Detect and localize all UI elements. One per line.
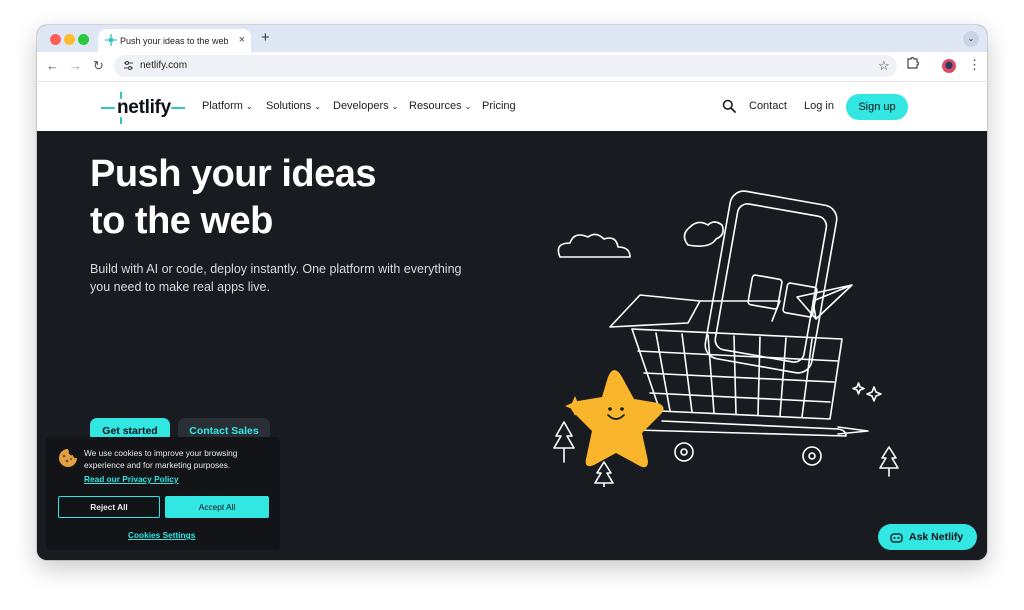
nav-resources-label: Resources — [409, 100, 462, 112]
nav-solutions-label: Solutions — [266, 100, 312, 112]
cookie-icon — [59, 449, 77, 467]
cookie-settings-link[interactable]: Cookies Settings — [128, 529, 195, 541]
nav-platform-label: Platform — [202, 100, 243, 112]
nav-solutions[interactable]: Solutions ⌄ — [266, 99, 321, 114]
tree-icon — [594, 461, 614, 487]
ask-netlify-label: Ask Netlify — [909, 531, 964, 543]
chevron-down-icon: ⌄ — [464, 102, 472, 111]
cookie-message: We use cookies to improve your browsing … — [84, 448, 238, 470]
tree-icon — [879, 446, 899, 477]
netlify-favicon-icon — [105, 34, 117, 46]
ask-netlify-button[interactable]: Ask Netlify — [878, 524, 977, 550]
signup-button[interactable]: Sign up — [846, 94, 908, 120]
browser-tab[interactable]: Push your ideas to the web | Ne × — [98, 29, 251, 52]
nav-developers-label: Developers — [333, 100, 389, 112]
browser-window: Push your ideas to the web | Ne × + ⌄ ← … — [37, 25, 987, 560]
hero-subtitle: Build with AI or code, deploy instantly.… — [90, 262, 462, 294]
extensions-puzzle-icon[interactable] — [906, 55, 920, 69]
cloud-icon — [683, 221, 724, 247]
login-link[interactable]: Log in — [804, 99, 834, 113]
site-settings-icon[interactable] — [123, 60, 134, 71]
tab-search-chevron-icon[interactable]: ⌄ — [963, 31, 979, 47]
browser-toolbar: ← → ↻ netlify.com ☆ — [37, 52, 987, 82]
chevron-down-icon: ⌄ — [314, 102, 321, 111]
back-button[interactable]: ← — [46, 57, 59, 75]
browser-menu-icon[interactable]: ⋮ — [968, 56, 981, 74]
tab-title: Push your ideas to the web | Ne — [120, 36, 228, 46]
cookie-banner: We use cookies to improve your browsing … — [46, 437, 280, 550]
cloud-icon — [557, 233, 631, 258]
new-tab-button[interactable]: + — [261, 30, 270, 46]
bookmark-star-icon[interactable]: ☆ — [878, 57, 890, 75]
sparkle-icon — [852, 382, 865, 395]
minimize-window-button[interactable] — [64, 34, 75, 45]
hero-title-line-1: Push your ideas — [90, 153, 377, 195]
nav-pricing[interactable]: Pricing — [482, 99, 516, 113]
cart-wheel — [674, 442, 694, 462]
sparkle-icon — [866, 386, 882, 402]
nav-developers[interactable]: Developers ⌄ — [333, 99, 398, 114]
reload-button[interactable]: ↻ — [93, 57, 104, 75]
nav-platform[interactable]: Platform ⌄ — [202, 99, 253, 114]
chevron-down-icon: ⌄ — [391, 102, 399, 111]
chat-bot-icon — [890, 533, 903, 543]
cart-wheel — [802, 446, 822, 466]
close-window-button[interactable] — [50, 34, 61, 45]
accept-all-button[interactable]: Accept All — [165, 496, 269, 518]
contact-link[interactable]: Contact — [749, 99, 787, 113]
netlify-logo[interactable]: netlify — [101, 92, 185, 124]
privacy-policy-link[interactable]: Read our Privacy Policy — [84, 473, 179, 485]
shopping-cart-illustration — [553, 190, 899, 487]
zoom-window-button[interactable] — [78, 34, 89, 45]
nav-resources[interactable]: Resources ⌄ — [409, 99, 471, 114]
tab-strip: Push your ideas to the web | Ne × + ⌄ — [37, 25, 987, 52]
tab-close-icon[interactable]: × — [239, 33, 245, 47]
profile-avatar[interactable] — [942, 59, 956, 73]
chevron-down-icon: ⌄ — [245, 102, 253, 111]
search-icon[interactable] — [722, 99, 736, 113]
logo-wordmark: netlify — [117, 97, 171, 118]
address-bar[interactable]: netlify.com ☆ — [114, 55, 897, 77]
star-mascot — [570, 370, 664, 468]
forward-button[interactable]: → — [69, 57, 82, 75]
site-header: netlify Platform ⌄ Solutions ⌄ Developers ⌄… — [37, 82, 987, 131]
url-text: netlify.com — [140, 60, 188, 71]
hero-title-line-2: to the web — [90, 200, 273, 242]
tree-icon — [553, 421, 575, 463]
hero-title: Push your ideas to the web — [90, 151, 510, 245]
reject-all-button[interactable]: Reject All — [58, 496, 160, 518]
